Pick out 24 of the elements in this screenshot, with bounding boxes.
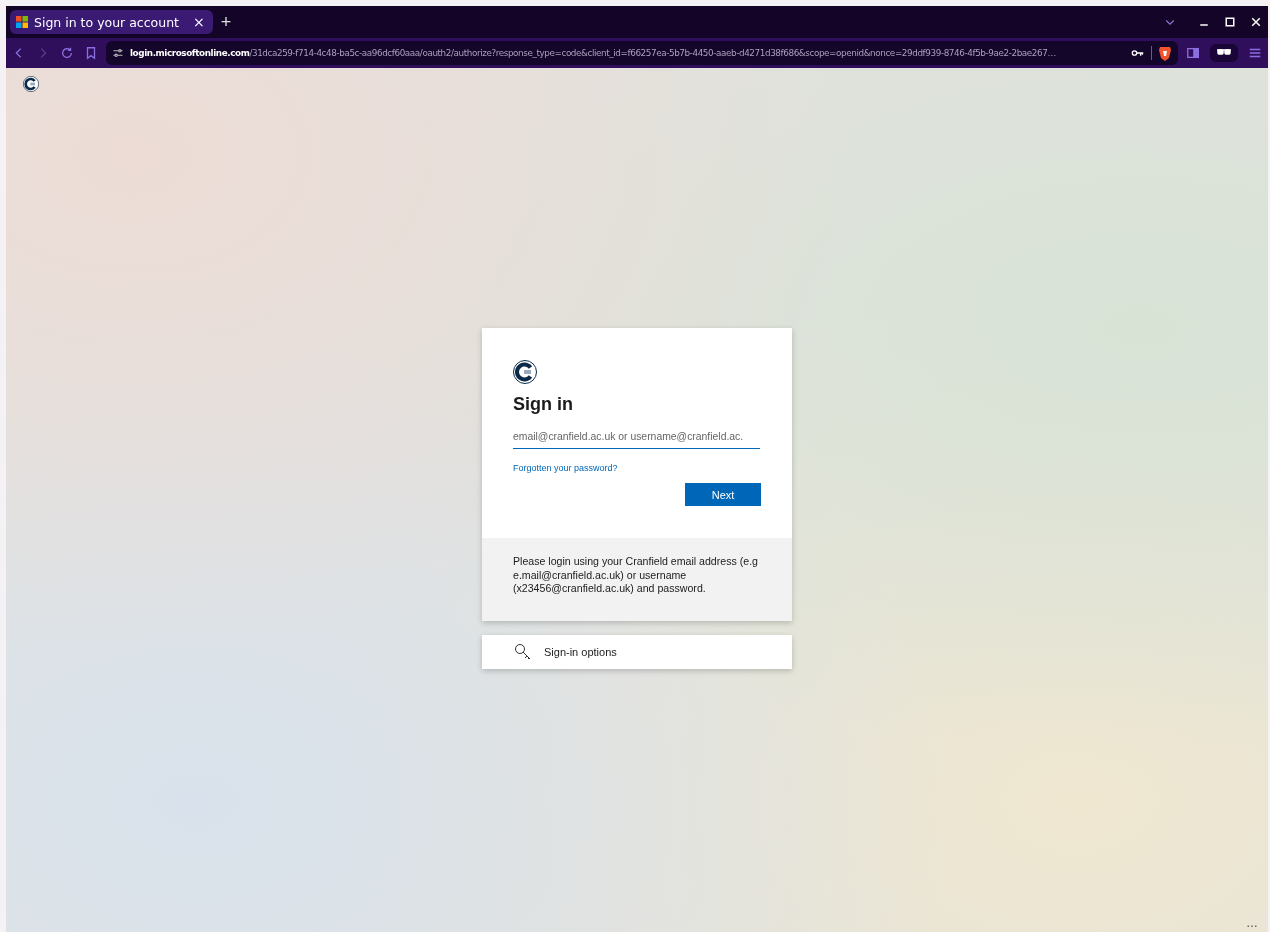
sign-in-title: Sign in — [513, 394, 574, 415]
tab-close-button[interactable]: × — [193, 14, 205, 30]
sign-in-options-button[interactable]: Sign-in options — [482, 634, 792, 669]
next-button[interactable]: Next — [685, 483, 761, 506]
glasses-icon[interactable] — [1216, 48, 1232, 58]
url-text: login.microsoftonline.com/31dca259-f714-4c48-ba5c-aa96dcf60aaa/oauth2/authorize?response_type=code&client_id=f66257ea-5b7b-4450-aaeb-d4271d38f686&scope=openid&nonce=29ddf939-8746-4f5b-9ae2-2bae267… — [130, 47, 1056, 60]
new-tab-button[interactable]: + — [220, 11, 232, 33]
close-icon[interactable] — [1250, 16, 1262, 28]
help-text: Please login using your Cranfield email address (e.g e.mail@cranfield.ac.uk) or username (x23456@cranfield.ac.uk) and password. — [482, 538, 792, 621]
bookmark-icon[interactable] — [84, 46, 98, 60]
reload-icon[interactable] — [60, 46, 74, 60]
browser-tab[interactable]: Sign in to your account × — [10, 10, 213, 34]
menu-icon[interactable] — [1248, 46, 1262, 60]
overflow-menu[interactable]: … — [1246, 916, 1258, 930]
maximize-icon[interactable] — [1224, 16, 1236, 28]
address-bar[interactable]: login.microsoftonline.com/31dca259-f714-4c48-ba5c-aa96dcf60aaa/oauth2/authorize?response_type=code&client_id=f66257ea-5b7b-4450-aaeb-d4271d38f686&scope=openid&nonce=29ddf939-8746-4f5b-9ae2-2bae267… — [106, 41, 1178, 65]
email-field[interactable]: email@cranfield.ac.uk or username@cranfield.ac. — [513, 425, 760, 449]
sidebar-icon[interactable] — [1186, 46, 1200, 60]
university-logo-icon — [513, 360, 537, 384]
university-logo-icon — [23, 76, 39, 92]
forgot-password-link[interactable]: Forgotten your password? — [513, 463, 618, 473]
site-settings-icon — [112, 47, 124, 59]
windows-logo-icon — [16, 16, 28, 28]
tab-title: Sign in to your account — [34, 14, 179, 30]
